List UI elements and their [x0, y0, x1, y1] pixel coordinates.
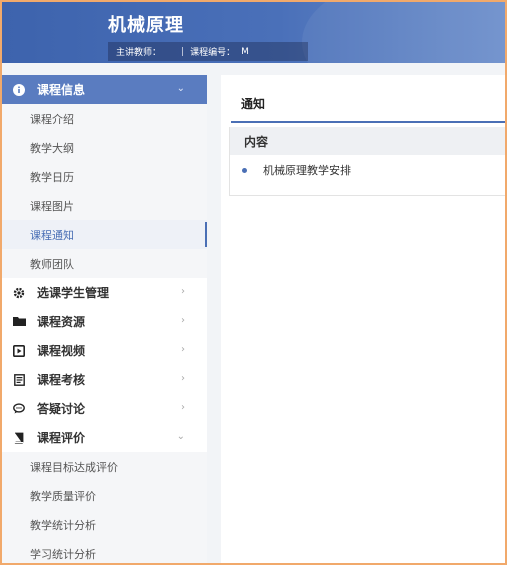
chevron-down-icon: ⌄	[176, 83, 185, 94]
nav-group-course-videos[interactable]: 课程视频 ›	[2, 336, 207, 365]
nav-group-student-management[interactable]: 选课学生管理 ›	[2, 278, 207, 307]
chevron-down-icon: ⌄	[176, 431, 185, 442]
nav-group-label: 选课学生管理	[37, 286, 110, 300]
nav-group-qa-discussion[interactable]: 答疑讨论 ›	[2, 394, 207, 423]
document-icon	[12, 373, 26, 387]
nav-group-course-evaluation[interactable]: 课程评价 ⌄	[2, 423, 207, 452]
folder-icon	[12, 315, 26, 329]
book-icon	[12, 431, 26, 445]
header-decoration	[302, 2, 505, 63]
gear-icon	[12, 286, 26, 300]
chat-icon	[12, 402, 26, 416]
sidebar-nav: 课程信息 ⌄ 课程介绍 教学大纲 教学日历 课程图片 课程通知 教师团队 选课学…	[2, 75, 207, 563]
nav-group-label: 课程资源	[37, 315, 86, 329]
teacher-label: 主讲教师：	[116, 48, 162, 58]
nav-item-learning-statistics[interactable]: 学习统计分析	[2, 539, 207, 563]
video-icon	[12, 344, 26, 358]
course-code-label: 课程编号：	[190, 48, 236, 58]
nav-group-label: 课程考核	[37, 373, 86, 387]
nav-item-teaching-quality-eval[interactable]: 教学质量评价	[2, 481, 207, 510]
nav-group-label: 课程视频	[37, 344, 86, 358]
bullet-icon	[242, 167, 247, 173]
main-content: 通知 内容 机械原理教学安排	[221, 75, 505, 563]
nav-item-syllabus[interactable]: 教学大纲	[2, 133, 207, 162]
notice-link[interactable]: 机械原理教学安排	[263, 162, 351, 178]
page-title: 通知	[241, 97, 266, 111]
chevron-right-icon: ›	[181, 286, 185, 297]
meta-separator: |	[181, 46, 185, 57]
nav-group-course-info[interactable]: 课程信息 ⌄	[2, 75, 207, 104]
info-icon	[12, 83, 26, 97]
nav-group-label: 课程评价	[37, 431, 86, 445]
table-header-content: 内容	[230, 127, 505, 155]
nav-item-course-notices[interactable]: 课程通知	[2, 220, 207, 249]
nav-item-teaching-calendar[interactable]: 教学日历	[2, 162, 207, 191]
chevron-right-icon: ›	[181, 373, 185, 384]
chevron-right-icon: ›	[181, 402, 185, 413]
course-title: 机械原理	[108, 15, 184, 36]
nav-item-course-images[interactable]: 课程图片	[2, 191, 207, 220]
chevron-right-icon: ›	[181, 315, 185, 326]
table-row[interactable]: 机械原理教学安排	[230, 155, 505, 185]
nav-item-goal-achievement-eval[interactable]: 课程目标达成评价	[2, 452, 207, 481]
nav-group-label: 课程信息	[37, 83, 86, 97]
page-header: 机械原理 主讲教师： | 课程编号： M	[2, 2, 505, 63]
chevron-right-icon: ›	[181, 344, 185, 355]
nav-group-label: 答疑讨论	[37, 402, 86, 416]
nav-group-course-assessment[interactable]: 课程考核 ›	[2, 365, 207, 394]
course-meta-bar: 主讲教师： | 课程编号： M	[108, 42, 308, 61]
title-underline	[231, 121, 505, 123]
nav-item-teaching-statistics[interactable]: 教学统计分析	[2, 510, 207, 539]
notice-table: 内容 机械原理教学安排	[229, 127, 505, 196]
nav-item-teacher-team[interactable]: 教师团队	[2, 249, 207, 278]
course-code-value: M	[241, 46, 249, 57]
nav-item-course-intro[interactable]: 课程介绍	[2, 104, 207, 133]
nav-group-course-resources[interactable]: 课程资源 ›	[2, 307, 207, 336]
